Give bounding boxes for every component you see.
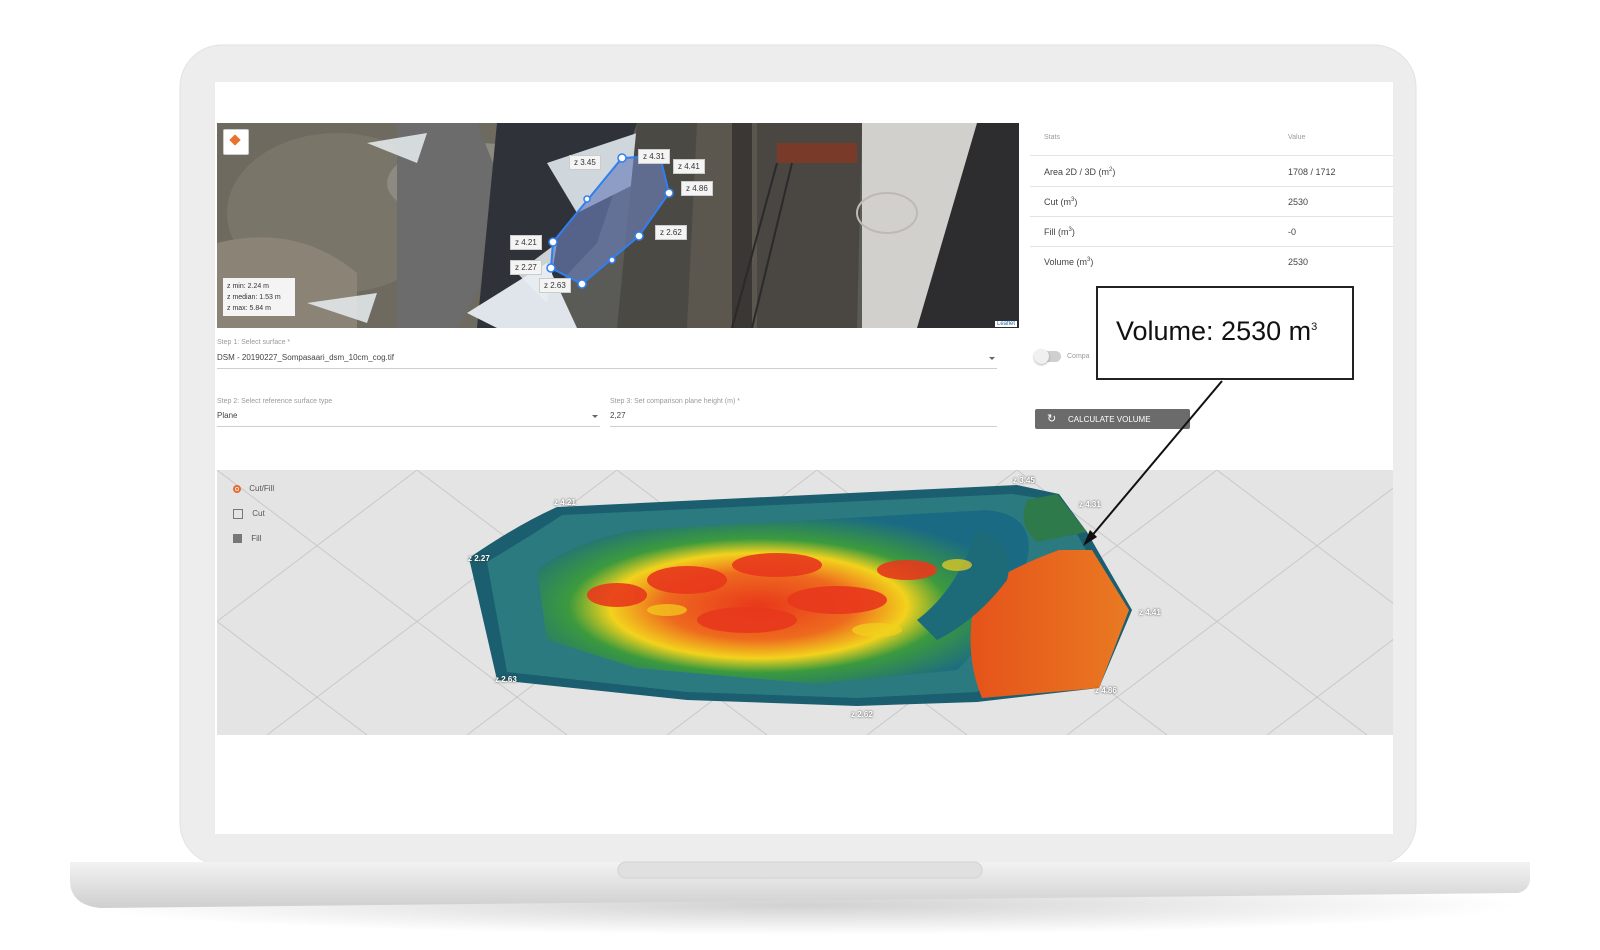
callout-arrow bbox=[1083, 380, 1223, 546]
